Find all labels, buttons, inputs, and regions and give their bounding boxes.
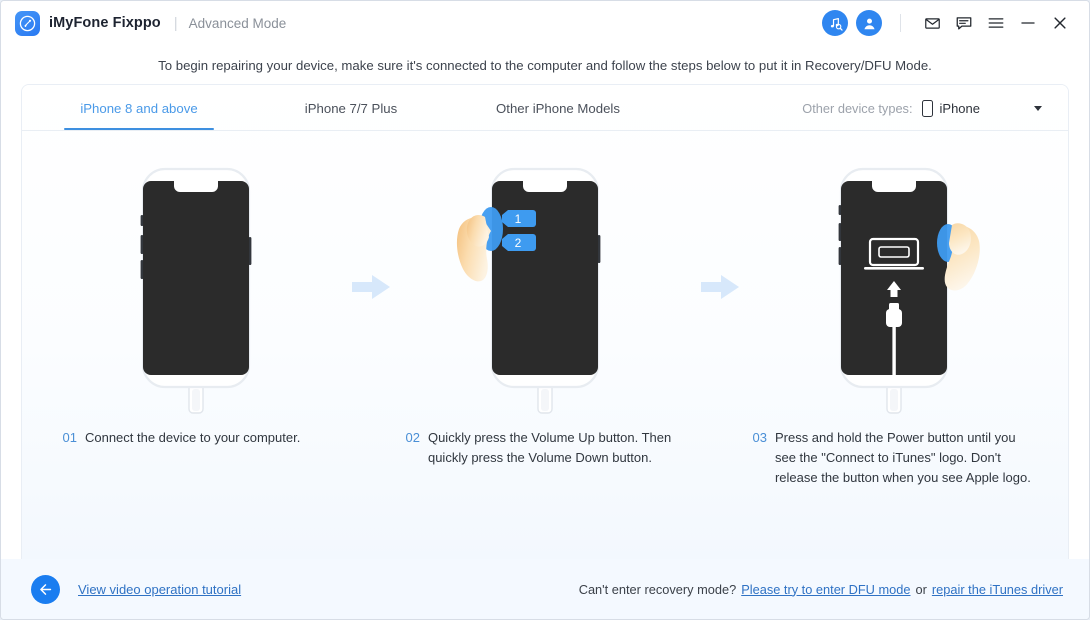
close-icon[interactable] bbox=[1045, 9, 1075, 37]
feedback-chat-icon[interactable] bbox=[949, 9, 979, 37]
step-2-caption: 02 Quickly press the Volume Up button. T… bbox=[400, 428, 691, 468]
device-type-select[interactable]: iPhone bbox=[921, 99, 980, 117]
arrow-2 bbox=[691, 157, 749, 302]
back-arrow-icon[interactable] bbox=[31, 574, 60, 604]
step-1-text: Connect the device to your computer. bbox=[84, 430, 301, 445]
content-panel: iPhone 8 and above iPhone 7/7 Plus Other… bbox=[22, 85, 1068, 559]
tab-label: iPhone 7/7 Plus bbox=[304, 100, 398, 116]
titlebar: iMyFone Fixppo | Advanced Mode bbox=[1, 1, 1089, 45]
titlebar-actions bbox=[814, 9, 1075, 37]
hamburger-menu-icon[interactable] bbox=[981, 9, 1011, 37]
step-2-text: Quickly press the Volume Up button. Then… bbox=[427, 430, 672, 465]
device-type-value: iPhone bbox=[939, 100, 980, 116]
iphone-connect-to-itunes-illustration bbox=[804, 157, 984, 422]
step-2-number: 02 bbox=[405, 430, 420, 445]
arrow-right-icon bbox=[700, 275, 739, 299]
iphone-connected-illustration bbox=[106, 157, 286, 422]
step-1: 01 Connect the device to your computer. bbox=[51, 157, 342, 448]
steps-area: 01 Connect the device to your computer. bbox=[22, 131, 1068, 559]
tab-iphone-8-and-above[interactable]: iPhone 8 and above bbox=[64, 86, 214, 130]
badge-1: 1 bbox=[515, 212, 522, 226]
dfu-mode-link[interactable]: Please try to enter DFU mode bbox=[741, 582, 910, 597]
arrow-right-icon bbox=[351, 275, 390, 299]
footer-help: Can't enter recovery mode? Please try to… bbox=[579, 582, 1063, 597]
badge-2: 2 bbox=[515, 236, 522, 250]
itunes-driver-link[interactable]: repair the iTunes driver bbox=[932, 582, 1063, 597]
step-3-caption: 03 Press and hold the Power button until… bbox=[749, 428, 1040, 487]
minimize-icon[interactable] bbox=[1013, 9, 1043, 37]
step-3: 03 Press and hold the Power button until… bbox=[749, 157, 1040, 487]
step-1-number: 01 bbox=[62, 430, 77, 445]
tab-label: iPhone 8 and above bbox=[80, 100, 198, 116]
step-3-number: 03 bbox=[752, 430, 767, 445]
brand-group: iMyFone Fixppo | Advanced Mode bbox=[15, 10, 287, 36]
step-2: 1 2 02 Quickly press the Volume Up butto… bbox=[400, 157, 691, 468]
tab-iphone-7[interactable]: iPhone 7/7 Plus bbox=[276, 86, 426, 130]
titlebar-divider bbox=[900, 14, 901, 32]
user-account-icon[interactable] bbox=[856, 10, 882, 36]
device-tabs: iPhone 8 and above iPhone 7/7 Plus Other… bbox=[22, 85, 1068, 131]
mail-icon[interactable] bbox=[917, 9, 947, 37]
help-prefix: Can't enter recovery mode? bbox=[578, 581, 737, 597]
tutorial-link[interactable]: View video operation tutorial bbox=[78, 582, 241, 597]
iphone-volume-buttons-illustration: 1 2 bbox=[455, 157, 635, 422]
brand-name: iMyFone Fixppo bbox=[49, 15, 161, 31]
tab-label: Other iPhone Models bbox=[496, 100, 620, 116]
device-type-label: Other device types: bbox=[802, 100, 913, 116]
instruction-text: To begin repairing your device, make sur… bbox=[1, 45, 1089, 85]
footer: View video operation tutorial Can't ente… bbox=[1, 559, 1089, 619]
app-window: iMyFone Fixppo | Advanced Mode To begin … bbox=[0, 0, 1090, 620]
chevron-down-icon[interactable] bbox=[1034, 105, 1042, 111]
tab-other-iphone-models[interactable]: Other iPhone Models bbox=[478, 86, 638, 130]
step-3-text: Press and hold the Power button until yo… bbox=[774, 430, 1031, 485]
help-conjunction: or bbox=[915, 581, 927, 597]
itunes-search-icon[interactable] bbox=[822, 10, 848, 36]
arrow-1 bbox=[342, 157, 400, 302]
mode-label: Advanced Mode bbox=[188, 15, 287, 31]
phone-icon bbox=[921, 99, 933, 117]
step-1-caption: 01 Connect the device to your computer. bbox=[51, 428, 342, 448]
wrench-app-icon bbox=[15, 10, 40, 36]
brand-separator: | bbox=[173, 14, 178, 32]
device-type-group: Other device types: iPhone bbox=[802, 86, 1046, 130]
